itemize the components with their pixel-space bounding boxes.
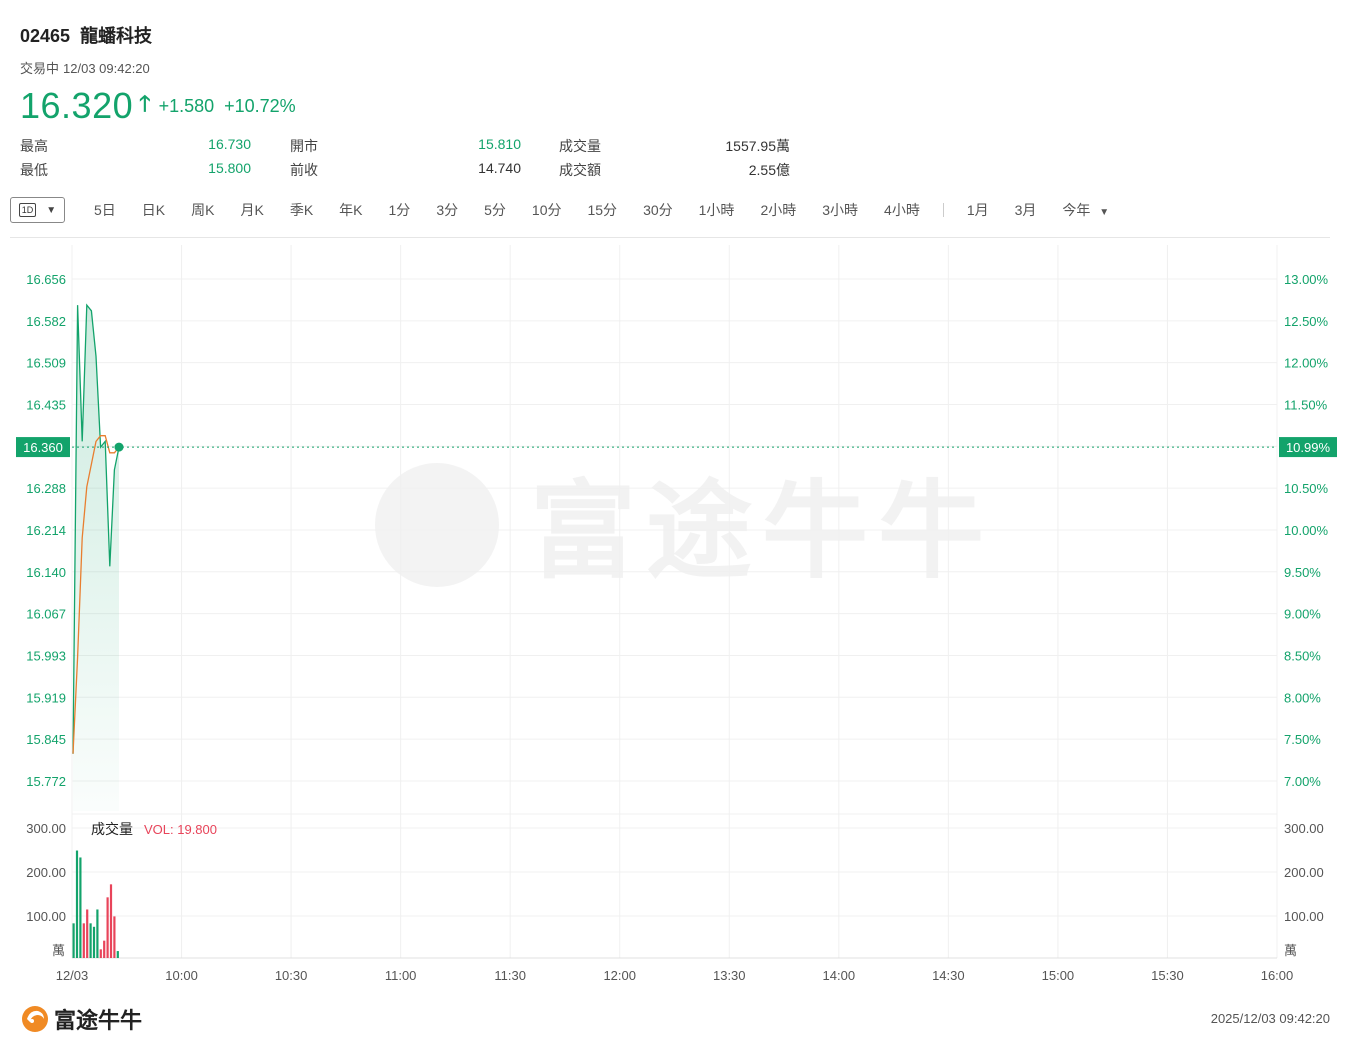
volume-bar: [92, 926, 96, 958]
volume-bar: [106, 897, 109, 958]
pct-tick-label: 8.50%: [1284, 648, 1321, 663]
vol-unit-label: 萬: [52, 943, 65, 958]
vol-tick-label-right: 200.00: [1284, 865, 1324, 880]
intraday-chart[interactable]: 富途牛牛 16.656 16.582 16.509 16.435 16.288 16.214…: [0, 0, 1350, 1000]
vol-tick-label-right: 100.00: [1284, 909, 1324, 924]
y-tick-label: 16.067: [26, 607, 66, 622]
y-tick-label: 16.656: [26, 272, 66, 287]
vol-tick-label: 100.00: [26, 909, 66, 924]
x-tick-label: 16:00: [1261, 968, 1294, 983]
pct-tick-label: 10.00%: [1284, 523, 1329, 538]
futu-logo-icon: [22, 1006, 48, 1032]
y-tick-label: 16.435: [26, 397, 66, 412]
current-price-label: 16.360: [23, 440, 63, 455]
volume-bar: [116, 951, 119, 958]
x-tick-label: 14:00: [823, 968, 856, 983]
y-tick-label: 15.993: [26, 648, 66, 663]
pct-tick-label: 12.50%: [1284, 314, 1329, 329]
x-tick-label: 11:30: [494, 968, 526, 983]
pct-tick-label: 13.00%: [1284, 272, 1329, 287]
pct-tick-label: 9.00%: [1284, 607, 1321, 622]
y-tick-label: 16.140: [26, 565, 66, 580]
y-tick-label: 15.772: [26, 774, 66, 789]
footer-brand: 富途牛牛: [20, 1003, 142, 1035]
volume-bar: [113, 916, 116, 958]
vol-tick-label: 200.00: [26, 865, 66, 880]
y-tick-label: 15.845: [26, 732, 66, 747]
x-tick-label: 15:00: [1042, 968, 1075, 983]
vol-title: 成交量: [91, 821, 133, 837]
volume-bar: [86, 909, 89, 958]
vol-unit-label-right: 萬: [1284, 943, 1297, 958]
x-tick-label: 10:00: [165, 968, 198, 983]
y-tick-label: 16.288: [26, 481, 66, 496]
vol-tick-label-right: 300.00: [1284, 821, 1324, 836]
pct-tick-label: 8.00%: [1284, 690, 1321, 705]
watermark: 富途牛牛: [375, 463, 984, 593]
y-tick-label: 15.919: [26, 690, 66, 705]
x-tick-label: 10:30: [275, 968, 308, 983]
vol-tick-label: 300.00: [26, 821, 66, 836]
footer-brand-text: 富途牛牛: [54, 1008, 143, 1033]
volume-bar: [79, 857, 82, 958]
y-tick-label: 16.509: [26, 356, 66, 371]
pct-tick-label: 11.50%: [1284, 397, 1328, 412]
vol-value-label: VOL: 19.800: [144, 822, 217, 837]
volume-bar: [99, 949, 102, 958]
volume-bar: [82, 923, 85, 958]
y-tick-label: 16.582: [26, 314, 66, 329]
x-tick-label: 14:30: [932, 968, 965, 983]
x-tick-label: 13:30: [713, 968, 746, 983]
x-tick-label: 15:30: [1151, 968, 1184, 983]
watermark-logo-icon: [375, 463, 499, 587]
y-tick-label: 16.214: [26, 523, 66, 538]
volume-bar: [109, 884, 113, 958]
x-tick-label: 12/03: [56, 968, 89, 983]
pct-tick-label: 12.00%: [1284, 356, 1329, 371]
volume-bar: [96, 909, 99, 958]
current-pct-label: 10.99%: [1286, 440, 1331, 455]
pct-tick-label: 9.50%: [1284, 565, 1321, 580]
pct-tick-label: 7.50%: [1284, 732, 1321, 747]
pct-tick-label: 7.00%: [1284, 774, 1321, 789]
current-price-dot: [114, 442, 124, 452]
footer-timestamp: 2025/12/03 09:42:20: [1210, 1011, 1330, 1026]
volume-bar: [103, 940, 106, 958]
volume-bar: [89, 923, 92, 958]
x-tick-label: 12:00: [603, 968, 636, 983]
x-tick-label: 11:00: [385, 968, 417, 983]
volume-bar: [72, 923, 75, 958]
volume-bar: [75, 850, 79, 958]
pct-tick-label: 10.50%: [1284, 481, 1329, 496]
